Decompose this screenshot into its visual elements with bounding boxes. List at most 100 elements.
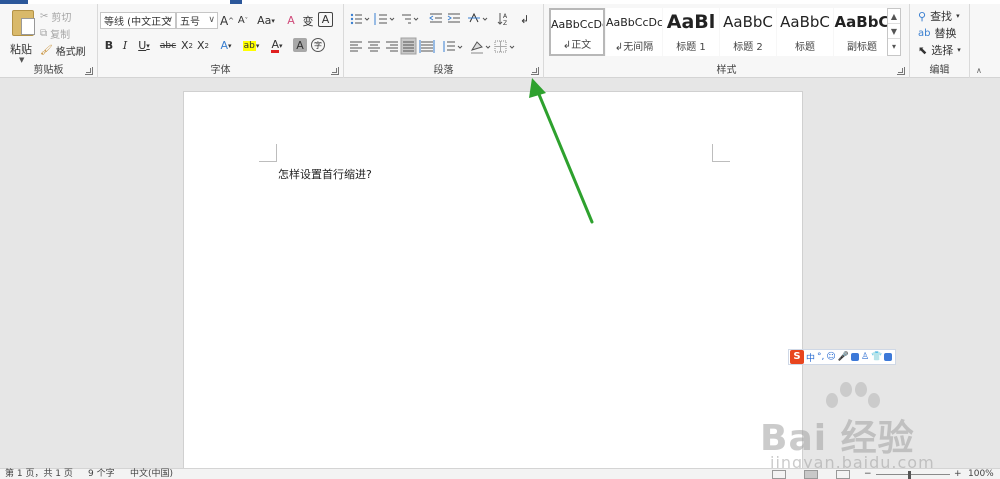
shading-icon[interactable] <box>470 41 491 54</box>
chevron-down-icon: ▾ <box>957 46 961 54</box>
highlighter-icon: ab <box>242 40 256 51</box>
toolbox-icon[interactable] <box>884 353 893 361</box>
ime-toolbar[interactable]: S 中 °, ☺ 🎤 ♙ 👕 <box>788 349 896 365</box>
zoom-slider-thumb[interactable] <box>908 471 912 479</box>
align-right-icon[interactable] <box>386 41 398 52</box>
editing-group-label: 编辑 <box>929 65 950 76</box>
show-formatting-marks-icon[interactable]: ↲ <box>520 13 529 26</box>
chevron-down-icon[interactable]: ▼ <box>888 24 900 39</box>
clear-format-button[interactable]: A <box>284 12 298 29</box>
chevron-up-icon[interactable]: ▲ <box>888 9 900 24</box>
subscript-button[interactable]: X2 <box>180 37 194 54</box>
web-layout-button[interactable] <box>836 470 850 479</box>
character-shading-button[interactable]: A <box>293 38 307 52</box>
zoom-in-button[interactable]: + <box>954 469 962 479</box>
style-normal[interactable]: AaBbCcDc ↲正文 <box>549 8 605 56</box>
style-preview: AaBbCcDc <box>551 18 603 31</box>
chinese-layout-icon[interactable] <box>468 12 488 23</box>
style-preview: AaBbCcDc <box>606 16 662 29</box>
collapse-ribbon-icon[interactable]: ∧ <box>976 66 982 75</box>
language-indicator[interactable]: 中文(中国) <box>130 469 173 479</box>
increase-indent-icon[interactable] <box>447 13 460 23</box>
svg-text:A: A <box>503 13 508 20</box>
select-button[interactable]: ⬉ 选择 ▾ <box>918 42 961 58</box>
sogou-logo-icon[interactable]: S <box>790 350 804 364</box>
copy-button[interactable]: ⧉ 复制 <box>40 25 70 41</box>
style-gallery: AaBbCcDc ↲正文 AaBbCcDc ↲无间隔 AaBl 标题 1 AaB… <box>549 8 890 56</box>
underline-button[interactable]: U ▾ <box>134 37 154 54</box>
font-color-button[interactable]: A ▾ <box>266 37 288 54</box>
distributed-icon[interactable] <box>419 40 435 53</box>
bold-button[interactable]: B <box>102 37 116 54</box>
phonetic-guide-button[interactable]: 变 <box>301 12 315 29</box>
grow-font-button[interactable]: A ^ <box>220 12 234 29</box>
strikethrough-button[interactable]: abc <box>158 37 178 54</box>
user-icon[interactable]: ♙ <box>861 352 869 362</box>
paste-label: 粘贴 <box>10 43 32 56</box>
status-bar: 第 1 页，共 1 页 9 个字 中文(中国) − + 100% <box>0 468 1000 479</box>
keyboard-icon[interactable] <box>851 353 859 361</box>
style-title[interactable]: AaBbC 标题 <box>777 8 833 56</box>
justify-icon[interactable] <box>400 37 417 55</box>
line-spacing-icon[interactable] <box>443 41 463 52</box>
styles-launcher-icon[interactable] <box>897 67 905 75</box>
document-page[interactable]: 怎样设置首行缩进? <box>183 91 803 471</box>
borders-icon[interactable] <box>494 40 515 53</box>
multilevel-list-icon[interactable] <box>402 14 419 24</box>
replace-button[interactable]: ab 替换 <box>918 25 956 41</box>
shrink-font-button[interactable]: Aˇ <box>236 12 250 29</box>
enclose-characters-icon: 字 <box>314 40 322 50</box>
style-no-spacing[interactable]: AaBbCcDc ↲无间隔 <box>606 8 662 56</box>
style-heading-2[interactable]: AaBbC 标题 2 <box>720 8 776 56</box>
format-painter-label: 格式刷 <box>55 46 86 58</box>
font-group: 等线 (中文正文 ∨ 五号 ∨ A ^ Aˇ Aa ▾ A 变 A B I U ▾ a… <box>98 4 344 78</box>
format-painter-button[interactable]: 🖌 格式刷 <box>40 42 86 58</box>
bullets-icon[interactable] <box>350 13 370 25</box>
align-center-icon[interactable] <box>368 41 380 52</box>
select-label: 选择 <box>931 44 954 57</box>
text-effects-button[interactable]: A ▾ <box>216 37 236 54</box>
punctuation-icon[interactable]: °, <box>817 352 824 362</box>
numbering-icon[interactable] <box>374 13 395 25</box>
microphone-icon[interactable]: 🎤 <box>838 352 849 362</box>
font-launcher-icon[interactable] <box>331 67 339 75</box>
character-border-button[interactable]: A <box>318 12 333 27</box>
read-mode-button[interactable] <box>772 470 786 479</box>
style-gallery-scroll[interactable]: ▲ ▼ ▾ <box>887 8 901 56</box>
superscript-button[interactable]: X2 <box>196 37 210 54</box>
style-heading-1[interactable]: AaBl 标题 1 <box>663 8 719 56</box>
paragraph-launcher-icon[interactable] <box>531 67 539 75</box>
align-left-icon[interactable] <box>350 41 362 52</box>
decrease-indent-icon[interactable] <box>429 13 442 23</box>
style-name: 标题 1 <box>676 42 706 53</box>
font-name-select[interactable]: 等线 (中文正文 ∨ <box>100 12 176 29</box>
sort-icon[interactable]: A Z <box>497 13 508 27</box>
clipboard-group-label: 剪贴板 <box>33 65 64 76</box>
ime-mode-toggle[interactable]: 中 <box>806 351 815 364</box>
highlight-button[interactable]: ab ▾ <box>240 37 262 54</box>
find-button[interactable]: ⚲ 查找 ▾ <box>918 8 960 24</box>
phonetic-icon: 变 <box>302 14 314 28</box>
chevron-down-icon: ▾ <box>956 12 960 20</box>
paste-button[interactable]: 粘贴 ▼ <box>8 10 36 64</box>
document-text[interactable]: 怎样设置首行缩进? <box>278 166 372 182</box>
editing-group: ⚲ 查找 ▾ ab 替换 ⬉ 选择 ▾ 编辑 <box>910 4 970 78</box>
enclose-characters-button[interactable]: 字 <box>311 38 325 52</box>
cut-button[interactable]: ✂ 剪切 <box>40 8 71 24</box>
emoji-icon[interactable]: ☺ <box>826 352 835 362</box>
print-layout-button[interactable] <box>804 470 818 479</box>
skin-icon[interactable]: 👕 <box>871 352 882 362</box>
font-size-select[interactable]: 五号 ∨ <box>176 12 218 29</box>
bold-icon: B <box>104 39 114 52</box>
zoom-level[interactable]: 100% <box>968 469 994 479</box>
style-subtitle[interactable]: AaBbC 副标题 <box>834 8 890 56</box>
page-count[interactable]: 第 1 页，共 1 页 <box>5 469 73 479</box>
change-case-button[interactable]: Aa ▾ <box>255 12 277 29</box>
paste-icon <box>12 10 35 36</box>
zoom-slider[interactable] <box>876 474 950 475</box>
word-count[interactable]: 9 个字 <box>88 469 115 479</box>
expand-gallery-icon[interactable]: ▾ <box>888 39 900 54</box>
clipboard-launcher-icon[interactable] <box>85 67 93 75</box>
italic-button[interactable]: I <box>118 37 132 54</box>
zoom-out-button[interactable]: − <box>864 469 872 479</box>
